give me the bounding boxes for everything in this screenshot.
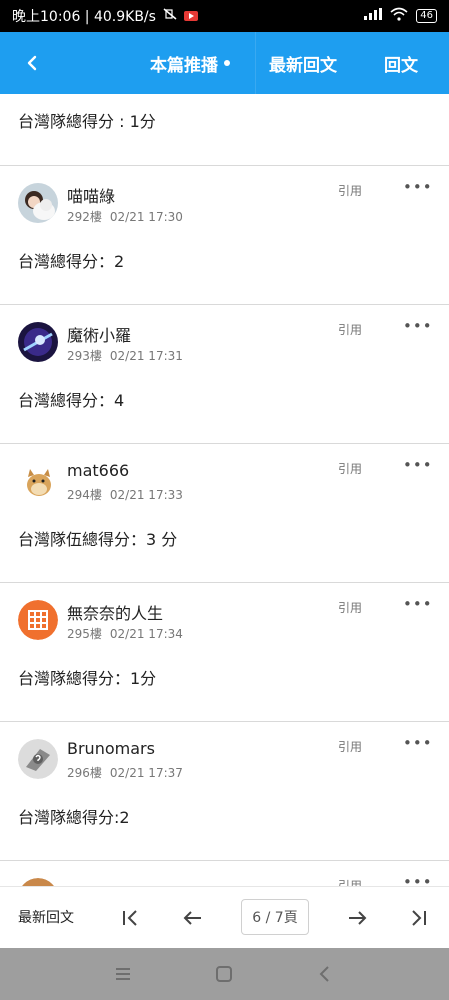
tab-label: 本篇推播 (150, 55, 218, 76)
status-bar: 晚上10:06 | 40.9KB/s 46 (0, 0, 449, 32)
post-item: Brunomars 296樓 02/21 17:37 引用 ••• 台灣隊總得分:… (0, 722, 449, 861)
quote-button[interactable]: 引用 (338, 182, 362, 199)
more-options-icon[interactable]: ••• (403, 456, 433, 474)
post-author[interactable]: 魔術小羅 (67, 322, 131, 346)
post-author[interactable]: mat666 (67, 461, 129, 480)
more-options-icon[interactable]: ••• (403, 595, 433, 613)
tab-label: 回文 (384, 55, 418, 76)
home-icon[interactable] (212, 962, 236, 986)
post-floor: 295樓 (67, 627, 102, 641)
quote-button[interactable]: 引用 (338, 877, 362, 886)
avatar[interactable] (18, 183, 58, 223)
battery-icon: 46 (416, 9, 437, 23)
avatar[interactable] (18, 322, 58, 362)
post-floor: 293樓 (67, 349, 102, 363)
bottom-pager: 最新回文 6 / 7頁 (0, 886, 449, 948)
notification-dot (224, 60, 230, 66)
youtube-icon (183, 11, 198, 21)
post-meta: 293樓 02/21 17:31 (67, 347, 183, 364)
next-page-icon[interactable] (344, 905, 370, 931)
post-author[interactable]: Brunomars (67, 739, 155, 758)
post-content: 台灣隊總得分：1分 (18, 669, 157, 688)
avatar[interactable] (18, 461, 58, 501)
tab-thread-push[interactable]: 本篇推播 (150, 32, 230, 94)
post-time: 02/21 17:33 (109, 488, 183, 502)
wifi-icon (390, 7, 408, 25)
back-icon[interactable] (313, 962, 337, 986)
post-time: 02/21 17:34 (109, 627, 183, 641)
post-item: 喵喵綠 292樓 02/21 17:30 引用 ••• 台灣總得分：2 (0, 166, 449, 305)
prev-page-icon[interactable] (180, 905, 206, 931)
latest-reply-button[interactable]: 最新回文 (18, 907, 74, 927)
post-floor: 294樓 (67, 488, 102, 502)
post-author[interactable]: 喵喵綠 (67, 183, 115, 207)
avatar[interactable] (18, 739, 58, 779)
tab-divider (255, 32, 256, 94)
app-header: 本篇推播 最新回文 回文 (0, 32, 449, 94)
post-meta: 296樓 02/21 17:37 (67, 764, 183, 781)
tab-label: 最新回文 (269, 55, 337, 76)
quote-button[interactable]: 引用 (338, 599, 362, 616)
post-time: 02/21 17:31 (109, 349, 183, 363)
post-floor: 292樓 (67, 210, 102, 224)
avatar[interactable] (18, 878, 58, 886)
first-page-icon[interactable] (117, 905, 143, 931)
tab-reply[interactable]: 回文 (384, 32, 418, 94)
post-item: 魔術小羅 293樓 02/21 17:31 引用 ••• 台灣總得分：4 (0, 305, 449, 444)
post-content: 台灣隊總得分:2 (18, 808, 130, 827)
system-nav-bar (0, 948, 449, 1000)
avatar[interactable] (18, 600, 58, 640)
last-page-icon[interactable] (406, 905, 432, 931)
more-options-icon[interactable]: ••• (403, 734, 433, 752)
post-content: 台灣總得分：2 (18, 252, 125, 271)
back-arrow-icon[interactable] (18, 48, 48, 78)
post-meta: 292樓 02/21 17:30 (67, 208, 183, 225)
quote-button[interactable]: 引用 (338, 460, 362, 477)
reply-feed[interactable]: 台灣隊總得分 : 1分 喵喵綠 292樓 02/21 17:30 引用 ••• 台… (0, 94, 449, 886)
signal-icon (364, 8, 383, 24)
quote-button[interactable]: 引用 (338, 321, 362, 338)
tab-latest-reply[interactable]: 最新回文 (269, 32, 337, 94)
post-floor: 296樓 (67, 766, 102, 780)
menu-icon[interactable] (111, 962, 135, 986)
post-item: 無奈奈的人生 295樓 02/21 17:34 引用 ••• 台灣隊總得分：1分 (0, 583, 449, 722)
post-time: 02/21 17:30 (109, 210, 183, 224)
post-author[interactable]: 無奈奈的人生 (67, 600, 163, 624)
post-content: 台灣隊伍總得分：3 分 (18, 530, 178, 549)
more-options-icon[interactable]: ••• (403, 317, 433, 335)
status-time-speed: 晚上10:06 | 40.9KB/s (12, 9, 156, 25)
more-options-icon[interactable]: ••• (403, 873, 433, 886)
post-meta: 295樓 02/21 17:34 (67, 625, 183, 642)
previous-post-content: 台灣隊總得分 : 1分 (0, 94, 449, 166)
post-item-partial: 引用 ••• (0, 861, 449, 886)
more-options-icon[interactable]: ••• (403, 178, 433, 196)
quote-button[interactable]: 引用 (338, 738, 362, 755)
page-indicator[interactable]: 6 / 7頁 (241, 899, 309, 935)
post-item: mat666 294樓 02/21 17:33 引用 ••• 台灣隊伍總得分：3 … (0, 444, 449, 583)
mute-vibrate-icon (162, 7, 178, 25)
post-time: 02/21 17:37 (109, 766, 183, 780)
post-content: 台灣總得分：4 (18, 391, 125, 410)
post-meta: 294樓 02/21 17:33 (67, 486, 183, 503)
